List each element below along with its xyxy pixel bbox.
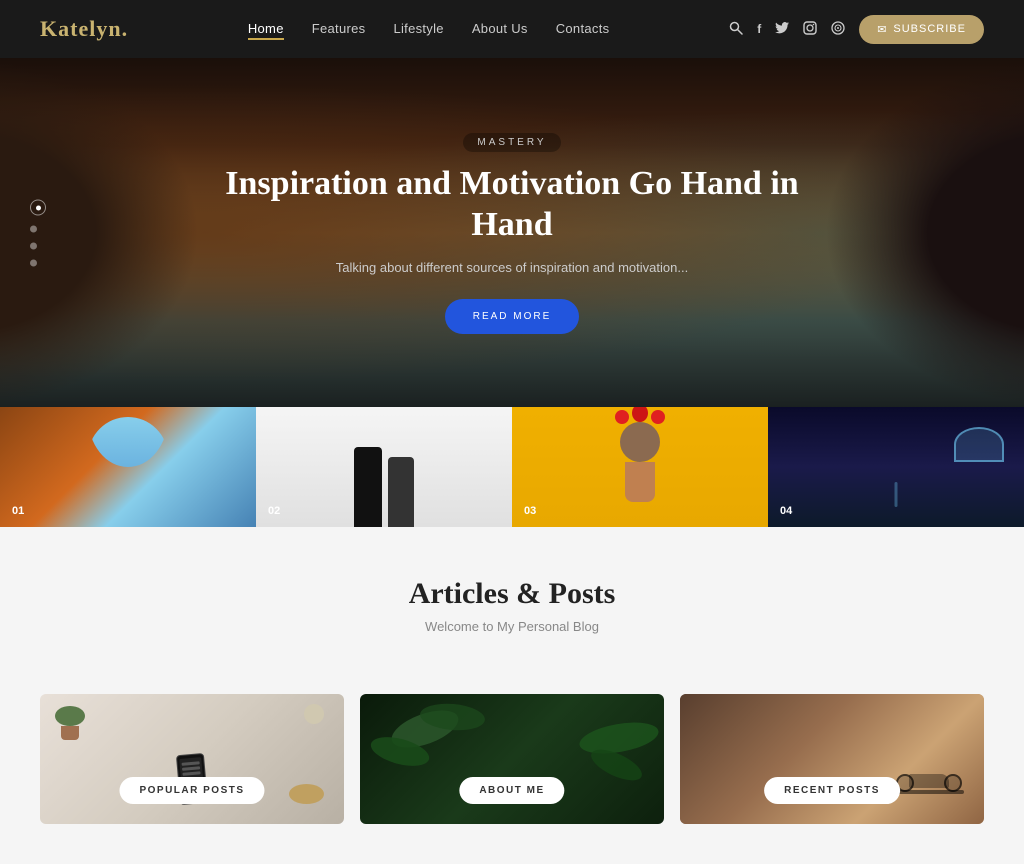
subscribe-label: Subscribe — [893, 23, 966, 35]
thumb-item-2[interactable]: 02 — [256, 407, 512, 527]
thumb-num-4: 04 — [780, 505, 792, 517]
main-nav: Home Features Lifestyle About Us Contact… — [248, 20, 610, 38]
facebook-icon[interactable]: f — [757, 22, 761, 36]
hero-section: MASTERY Inspiration and Motivation Go Ha… — [0, 58, 1024, 408]
instagram-icon[interactable] — [803, 21, 817, 38]
thumb-item-1[interactable]: 01 — [0, 407, 256, 527]
flower-petals — [612, 407, 668, 426]
nav-about-link[interactable]: About Us — [472, 21, 528, 36]
moto-overlay — [680, 694, 984, 824]
thumbnail-row: 01 02 03 — [0, 407, 1024, 527]
twitter-icon[interactable] — [775, 21, 789, 37]
blog-card-label-1: POPULAR POSTS — [119, 777, 264, 804]
articles-title: Articles & Posts — [40, 577, 984, 611]
navbar-icons: f ✉ Subscribe — [729, 15, 984, 44]
motorcycle-silhouette — [894, 790, 964, 794]
hero-dot-4[interactable] — [30, 260, 37, 267]
fern-decoration — [360, 694, 664, 824]
thumb-bg-1 — [0, 407, 256, 527]
blog-card-label-2: ABOUT ME — [459, 777, 564, 804]
card-1-objects — [40, 694, 344, 824]
navbar: Katelyn. Home Features Lifestyle About U… — [0, 0, 1024, 58]
petal-3 — [651, 410, 665, 424]
thumb-item-3[interactable]: 03 — [512, 407, 768, 527]
hero-dot-active[interactable] — [30, 200, 46, 216]
plant-decoration — [55, 706, 85, 740]
petal-1 — [615, 410, 629, 424]
thumb-bg-3 — [512, 407, 768, 527]
blog-card-recent[interactable]: RECENT POSTS — [680, 694, 984, 824]
blog-card-bg-3 — [680, 694, 984, 824]
blog-cards-row: POPULAR POSTS ABOUT ME RECENT POSTS — [0, 694, 1024, 864]
thumb-num-1: 01 — [12, 505, 24, 517]
nav-contacts[interactable]: Contacts — [556, 20, 610, 38]
plant-pot-body — [61, 726, 79, 740]
nav-home-link[interactable]: Home — [248, 21, 284, 40]
nav-about[interactable]: About Us — [472, 20, 528, 38]
hero-content: MASTERY Inspiration and Motivation Go Ha… — [222, 132, 802, 334]
subscribe-button[interactable]: ✉ Subscribe — [859, 15, 984, 44]
figure-1 — [354, 447, 382, 527]
nav-lifestyle[interactable]: Lifestyle — [393, 20, 443, 38]
nav-home[interactable]: Home — [248, 20, 284, 38]
articles-section: Articles & Posts Welcome to My Personal … — [0, 527, 1024, 694]
thumb-num-2: 02 — [268, 505, 280, 517]
fern-leaf-3 — [577, 717, 661, 758]
nav-features-link[interactable]: Features — [312, 21, 366, 36]
flower-head — [620, 422, 660, 462]
hero-cta-button[interactable]: READ MORE — [445, 299, 580, 334]
brand-logo[interactable]: Katelyn. — [40, 16, 128, 42]
hero-dot-2[interactable] — [30, 226, 37, 233]
nav-features[interactable]: Features — [312, 20, 366, 38]
brand-dot: . — [122, 16, 129, 41]
rss-icon[interactable] — [831, 21, 845, 38]
blog-card-popular[interactable]: POPULAR POSTS — [40, 694, 344, 824]
blog-card-label-3: RECENT POSTS — [764, 777, 900, 804]
nav-lifestyle-link[interactable]: Lifestyle — [393, 21, 443, 36]
jellyfish-decoration — [954, 427, 1004, 462]
hero-cave-right — [824, 58, 1024, 408]
blog-card-about[interactable]: ABOUT ME — [360, 694, 664, 824]
hero-dots — [30, 200, 46, 267]
hero-subtitle: Talking about different sources of inspi… — [222, 260, 802, 275]
petal-2 — [632, 407, 648, 422]
thumb-bg-2 — [256, 407, 512, 527]
blog-card-bg-1 — [40, 694, 344, 824]
articles-subtitle: Welcome to My Personal Blog — [40, 619, 984, 634]
brand-name: Katelyn — [40, 16, 122, 41]
jellyfish-tentacle — [895, 482, 898, 507]
figure-2 — [388, 457, 414, 527]
hero-title: Inspiration and Motivation Go Hand in Ha… — [222, 164, 802, 246]
flower-person-decoration — [610, 422, 670, 512]
hero-label: MASTERY — [463, 133, 560, 152]
canyon-arc-decoration — [88, 417, 168, 497]
plant-leaves — [55, 706, 85, 726]
search-icon[interactable] — [729, 21, 743, 38]
thumb-item-4[interactable]: 04 — [768, 407, 1024, 527]
bowl-object — [289, 784, 324, 804]
small-bowl-object — [304, 704, 324, 724]
thumb-bg-4 — [768, 407, 1024, 527]
hero-dot-3[interactable] — [30, 243, 37, 250]
flower-body — [625, 462, 655, 502]
nav-contacts-link[interactable]: Contacts — [556, 21, 610, 36]
thumb-num-3: 03 — [524, 505, 536, 517]
blog-card-bg-2 — [360, 694, 664, 824]
